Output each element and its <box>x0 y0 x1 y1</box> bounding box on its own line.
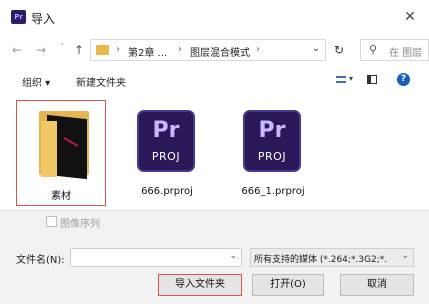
view-options-icon[interactable] <box>336 76 346 83</box>
project-icon-pr: Pr <box>258 118 286 143</box>
folder-flap-shape <box>41 121 57 177</box>
search-input[interactable]: ⚲ 在 图层 <box>360 39 429 61</box>
path-box[interactable]: › 第2章 ... › 图层混合模式 › ⌄ <box>90 39 326 61</box>
file-list: 素材 Pr PROJ 666.prproj Pr PROJ 666_1.prpr… <box>0 94 429 214</box>
file-type-select[interactable]: 所有支持的媒体 (*.264;*.3G2;*. ⌄ <box>250 248 414 267</box>
open-button[interactable]: 打开(O) <box>252 274 324 296</box>
image-sequence-checkbox[interactable] <box>46 216 57 227</box>
file-item-project[interactable]: Pr PROJ 666_1.prproj <box>228 100 318 206</box>
file-item-project[interactable]: Pr PROJ 666.prproj <box>122 100 212 206</box>
command-toolbar: 组织 ▾ 新建文件夹 ▾ ? <box>0 66 429 94</box>
close-button[interactable]: ✕ <box>399 6 421 28</box>
breadcrumb-separator: › <box>178 44 182 55</box>
file-name: 素材 <box>51 191 71 202</box>
file-name: 666_1.prproj <box>241 186 305 197</box>
organize-button[interactable]: 组织 ▾ <box>22 74 50 89</box>
back-button[interactable]: ← <box>12 43 22 57</box>
filename-dropdown-icon[interactable]: ⌄ <box>229 251 237 261</box>
address-bar: ← → ˅ ↑ › 第2章 ... › 图层混合模式 › ⌄ ↻ ⚲ 在 图层 <box>0 34 429 66</box>
view-dropdown-icon[interactable]: ▾ <box>349 74 353 83</box>
project-icon-proj: PROJ <box>151 150 181 163</box>
import-folder-button[interactable]: 导入文件夹 <box>158 274 242 296</box>
recent-locations-button[interactable]: ˅ <box>60 43 65 53</box>
premiere-project-icon: Pr PROJ <box>243 110 301 172</box>
cancel-button[interactable]: 取消 <box>340 274 414 296</box>
up-folder-button[interactable]: ↑ <box>74 43 84 57</box>
preview-pane-icon[interactable] <box>367 75 377 84</box>
refresh-icon[interactable]: ↻ <box>334 43 344 57</box>
filename-label: 文件名(N): <box>16 255 65 266</box>
forward-button[interactable]: → <box>36 43 46 57</box>
folder-icon <box>96 45 109 55</box>
search-icon: ⚲ <box>369 43 378 56</box>
project-icon-proj: PROJ <box>257 150 287 163</box>
breadcrumb-chapter[interactable]: 第2章 ... <box>128 44 167 59</box>
project-icon-pr: Pr <box>152 118 180 143</box>
breadcrumb-separator: › <box>116 44 120 55</box>
breadcrumb-current[interactable]: 图层混合模式 <box>190 44 250 59</box>
search-placeholder: 在 图层 <box>389 48 423 59</box>
file-item-folder[interactable]: 素材 <box>16 100 106 206</box>
breadcrumb-separator: › <box>256 44 260 55</box>
help-icon[interactable]: ? <box>397 73 410 86</box>
premiere-project-icon: Pr PROJ <box>137 110 195 172</box>
title-bar: Pr 导入 ✕ <box>0 0 429 34</box>
file-type-dropdown-icon[interactable]: ⌄ <box>401 251 409 261</box>
file-name: 666.prproj <box>141 186 193 197</box>
dialog-footer: 图像序列 文件名(N): ⌄ 所有支持的媒体 (*.264;*.3G2;*. ⌄… <box>0 211 429 304</box>
filename-field[interactable]: ⌄ <box>70 248 242 267</box>
window-title: 导入 <box>31 12 56 26</box>
file-type-value: 所有支持的媒体 (*.264;*.3G2;*. <box>254 255 388 265</box>
image-sequence-label: 图像序列 <box>60 219 100 230</box>
premiere-app-icon: Pr <box>11 10 26 24</box>
path-dropdown-icon[interactable]: ⌄ <box>312 43 320 54</box>
new-folder-button[interactable]: 新建文件夹 <box>76 74 126 89</box>
